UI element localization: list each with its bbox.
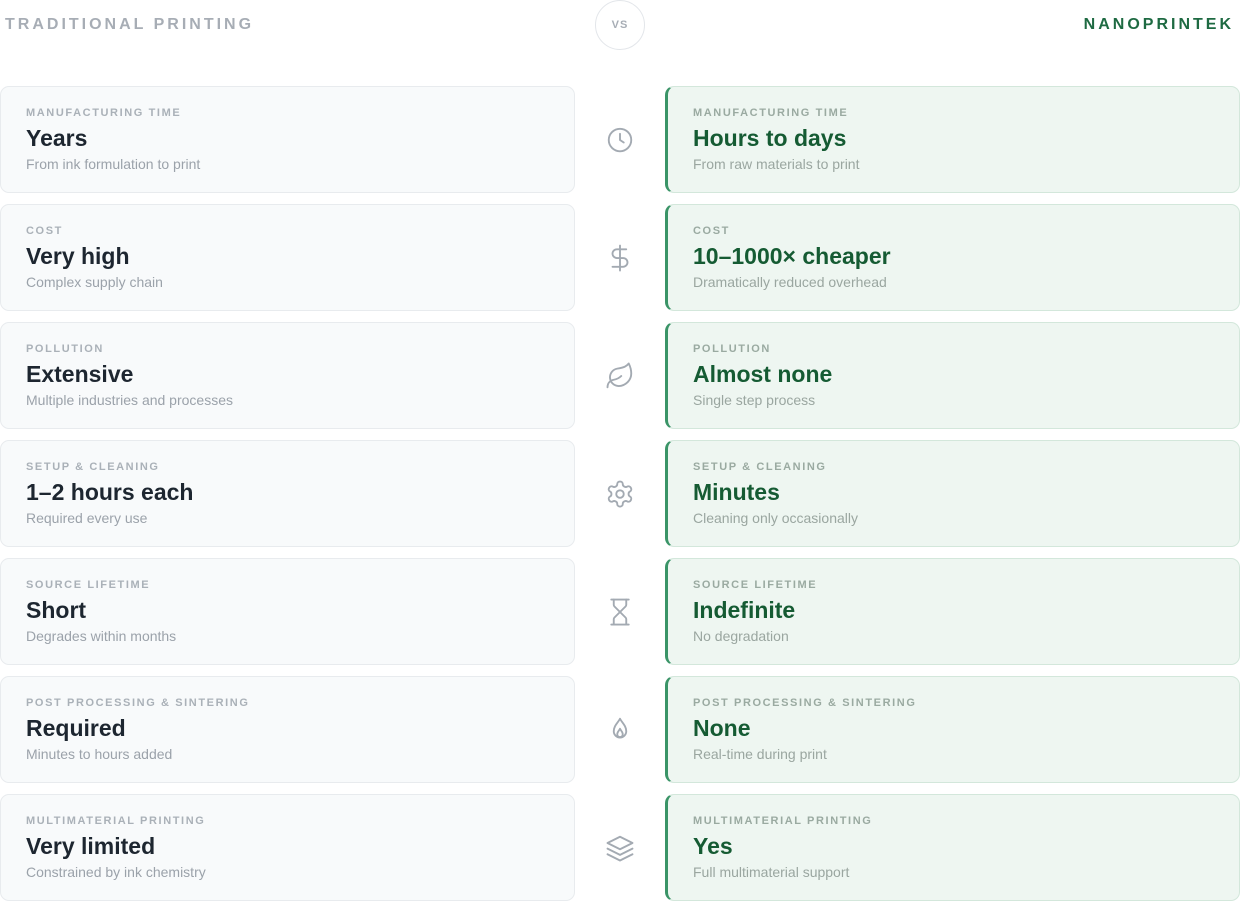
metric-description: Multiple industries and processes	[26, 392, 233, 408]
metric-value: Almost none	[693, 361, 833, 387]
traditional-card: MULTIMATERIAL PRINTING Very limited Cons…	[0, 794, 575, 901]
comparison-row-post-processing: POST PROCESSING & SINTERING Required Min…	[0, 676, 1240, 783]
comparison-row-manufacturing-time: MANUFACTURING TIME Years From ink formul…	[0, 86, 1240, 193]
metric-value: Short	[26, 597, 87, 623]
metric-description: Constrained by ink chemistry	[26, 864, 206, 880]
traditional-card: SOURCE LIFETIME Short Degrades within mo…	[0, 558, 575, 665]
metric-description: From ink formulation to print	[26, 156, 201, 172]
comparison-row-multimaterial: MULTIMATERIAL PRINTING Very limited Cons…	[0, 794, 1240, 901]
metric-value: 10–1000× cheaper	[693, 243, 891, 269]
metric-value: Hours to days	[693, 125, 847, 151]
metric-value: Very high	[26, 243, 130, 269]
metric-label: SETUP & CLEANING	[26, 461, 160, 473]
metric-label: COST	[26, 225, 63, 237]
flame-icon	[605, 715, 635, 745]
metric-description: Minutes to hours added	[26, 746, 173, 762]
comparison-row-setup-cleaning: SETUP & CLEANING 1–2 hours each Required…	[0, 440, 1240, 547]
metric-description: Real-time during print	[693, 746, 827, 762]
metric-label: MANUFACTURING TIME	[693, 107, 849, 119]
comparison-page: TRADITIONAL PRINTING VS NANOPRINTEK MANU…	[0, 0, 1240, 914]
metric-description: Full multimaterial support	[693, 864, 850, 880]
traditional-card: POLLUTION Extensive Multiple industries …	[0, 322, 575, 429]
nanoprintek-card: SETUP & CLEANING Minutes Cleaning only o…	[665, 440, 1240, 547]
metric-label: POST PROCESSING & SINTERING	[26, 697, 250, 709]
comparison-rows: MANUFACTURING TIME Years From ink formul…	[0, 86, 1240, 912]
metric-description: Required every use	[26, 510, 148, 526]
leaf-icon	[605, 361, 635, 391]
nanoprintek-card: POLLUTION Almost none Single step proces…	[665, 322, 1240, 429]
nanoprintek-card: MULTIMATERIAL PRINTING Yes Full multimat…	[665, 794, 1240, 901]
metric-label: SOURCE LIFETIME	[26, 579, 151, 591]
traditional-card: COST Very high Complex supply chain	[0, 204, 575, 311]
metric-label: SETUP & CLEANING	[693, 461, 827, 473]
metric-description: Cleaning only occasionally	[693, 510, 858, 526]
comparison-row-source-lifetime: SOURCE LIFETIME Short Degrades within mo…	[0, 558, 1240, 665]
nanoprintek-card: COST 10–1000× cheaper Dramatically reduc…	[665, 204, 1240, 311]
metric-label: MULTIMATERIAL PRINTING	[26, 815, 206, 827]
metric-label: SOURCE LIFETIME	[693, 579, 818, 591]
comparison-row-cost: COST Very high Complex supply chain COST…	[0, 204, 1240, 311]
nanoprintek-card: MANUFACTURING TIME Hours to days From ra…	[665, 86, 1240, 193]
metric-value: Extensive	[26, 361, 134, 387]
comparison-row-pollution: POLLUTION Extensive Multiple industries …	[0, 322, 1240, 429]
comparison-header: TRADITIONAL PRINTING VS NANOPRINTEK	[0, 0, 1240, 52]
metric-value: None	[693, 715, 751, 741]
metric-description: No degradation	[693, 628, 789, 644]
metric-value: Required	[26, 715, 126, 741]
metric-value: Minutes	[693, 479, 780, 505]
traditional-printing-title: TRADITIONAL PRINTING	[5, 16, 255, 33]
metric-description: Degrades within months	[26, 628, 177, 644]
traditional-card: POST PROCESSING & SINTERING Required Min…	[0, 676, 575, 783]
clock-icon	[605, 125, 635, 155]
traditional-card: MANUFACTURING TIME Years From ink formul…	[0, 86, 575, 193]
metric-value: Yes	[693, 833, 733, 859]
metric-value: Indefinite	[693, 597, 796, 623]
metric-label: MANUFACTURING TIME	[26, 107, 182, 119]
metric-label: POLLUTION	[693, 343, 771, 355]
metric-description: Dramatically reduced overhead	[693, 274, 887, 290]
metric-label: POLLUTION	[26, 343, 104, 355]
gear-icon	[605, 479, 635, 509]
metric-description: From raw materials to print	[693, 156, 860, 172]
nanoprintek-title: NANOPRINTEK	[1083, 16, 1234, 33]
metric-description: Complex supply chain	[26, 274, 163, 290]
metric-description: Single step process	[693, 392, 816, 408]
metric-value: 1–2 hours each	[26, 479, 194, 505]
metric-value: Years	[26, 125, 88, 151]
metric-label: POST PROCESSING & SINTERING	[693, 697, 917, 709]
layers-icon	[605, 833, 635, 863]
nanoprintek-card: POST PROCESSING & SINTERING None Real-ti…	[665, 676, 1240, 783]
hourglass-icon	[605, 597, 635, 627]
vs-badge: VS	[595, 0, 645, 50]
nanoprintek-card: SOURCE LIFETIME Indefinite No degradatio…	[665, 558, 1240, 665]
metric-label: MULTIMATERIAL PRINTING	[693, 815, 873, 827]
traditional-card: SETUP & CLEANING 1–2 hours each Required…	[0, 440, 575, 547]
metric-value: Very limited	[26, 833, 156, 859]
metric-label: COST	[693, 225, 730, 237]
dollar-icon	[605, 243, 635, 273]
